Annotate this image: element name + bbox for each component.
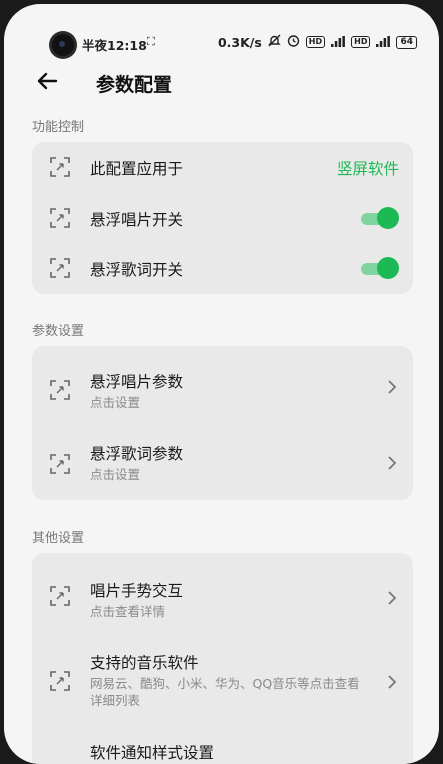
chevron-right-icon <box>388 591 397 605</box>
floating-lyrics-params-label: 悬浮歌词参数 <box>90 445 184 463</box>
toggle-knob <box>377 257 399 279</box>
status-bar: 半夜12:18 ⛶ 0.3K/s HD HD 64 <box>4 4 439 56</box>
row-disc-gesture[interactable]: 唱片手势交互 点击查看详情 <box>32 553 413 635</box>
mute-icon <box>268 34 281 50</box>
row-notification-style[interactable]: 软件通知样式设置 <box>32 727 413 764</box>
chevron-right-icon <box>388 380 397 394</box>
card-params: 悬浮唱片参数 点击设置 悬浮歌词参数 点击设置 <box>32 346 413 500</box>
floating-lyrics-toggle[interactable] <box>361 257 399 279</box>
floating-lyrics-switch-label: 悬浮歌词开关 <box>90 261 184 279</box>
signal-icon-2 <box>376 35 391 50</box>
scan-frame-icon <box>50 258 70 278</box>
apply-to-label: 此配置应用于 <box>90 160 184 178</box>
supported-music-apps-sub: 网易云、酷狗、小米、华为、QQ音乐等点击查看详细列表 <box>90 676 360 708</box>
card-function: 此配置应用于 竖屏软件 悬浮唱片开关 悬浮歌词开关 <box>32 142 413 294</box>
floating-disc-params-label: 悬浮唱片参数 <box>90 373 184 391</box>
alarm-icon <box>287 34 300 50</box>
section-title-function: 功能控制 <box>32 120 85 135</box>
scan-frame-icon <box>50 454 70 474</box>
floating-disc-params-sub: 点击设置 <box>90 395 141 410</box>
chevron-right-icon <box>388 675 397 689</box>
disc-gesture-sub: 点击查看详情 <box>90 604 166 619</box>
scan-frame-icon <box>50 586 70 606</box>
card-other: 唱片手势交互 点击查看详情 支持的音乐软件 网易云、酷狗、小米、华为、QQ音乐等… <box>32 553 413 764</box>
app-bar: 参数配置 <box>4 64 439 104</box>
disc-gesture-label: 唱片手势交互 <box>90 582 184 600</box>
row-apply-to[interactable]: 此配置应用于 竖屏软件 <box>32 142 413 192</box>
scan-frame-icon <box>50 380 70 400</box>
hd-badge: HD <box>305 36 326 48</box>
scan-frame-icon <box>50 671 70 691</box>
network-speed: 0.3K/s <box>217 34 262 50</box>
back-arrow-icon <box>37 72 58 90</box>
scan-frame-icon <box>50 157 70 177</box>
section-title-other: 其他设置 <box>32 531 85 546</box>
floating-lyrics-params-sub: 点击设置 <box>90 467 141 482</box>
row-floating-lyrics-params[interactable]: 悬浮歌词参数 点击设置 <box>32 422 413 498</box>
row-floating-disc-params[interactable]: 悬浮唱片参数 点击设置 <box>32 346 413 422</box>
screenshot-icon: ⛶ <box>147 35 155 48</box>
notification-style-label: 软件通知样式设置 <box>90 744 215 762</box>
hd-badge-2: HD <box>351 36 371 48</box>
supported-music-apps-label: 支持的音乐软件 <box>90 654 199 672</box>
apply-to-value[interactable]: 竖屏软件 <box>337 157 399 179</box>
chevron-right-icon <box>388 456 397 470</box>
page-title: 参数配置 <box>96 74 173 96</box>
scan-frame-icon <box>50 208 70 228</box>
floating-disc-toggle[interactable] <box>361 207 399 229</box>
section-title-params: 参数设置 <box>32 324 85 339</box>
signal-icon <box>331 35 346 50</box>
phone-screen: 半夜12:18 ⛶ 0.3K/s HD HD 64 参数配置 功能控制 此配置应… <box>4 4 439 764</box>
row-floating-disc-switch: 悬浮唱片开关 <box>32 194 413 242</box>
row-floating-lyrics-switch: 悬浮歌词开关 <box>32 244 413 292</box>
row-supported-music-apps[interactable]: 支持的音乐软件 网易云、酷狗、小米、华为、QQ音乐等点击查看详细列表 <box>32 635 413 727</box>
battery-indicator: 64 <box>396 35 417 49</box>
status-time: 半夜12:18 <box>82 38 147 53</box>
toggle-knob <box>377 207 399 229</box>
back-button[interactable] <box>34 68 60 94</box>
camera-cutout <box>52 34 74 56</box>
status-right: 0.3K/s HD HD 64 <box>218 34 417 50</box>
floating-disc-switch-label: 悬浮唱片开关 <box>90 211 184 229</box>
